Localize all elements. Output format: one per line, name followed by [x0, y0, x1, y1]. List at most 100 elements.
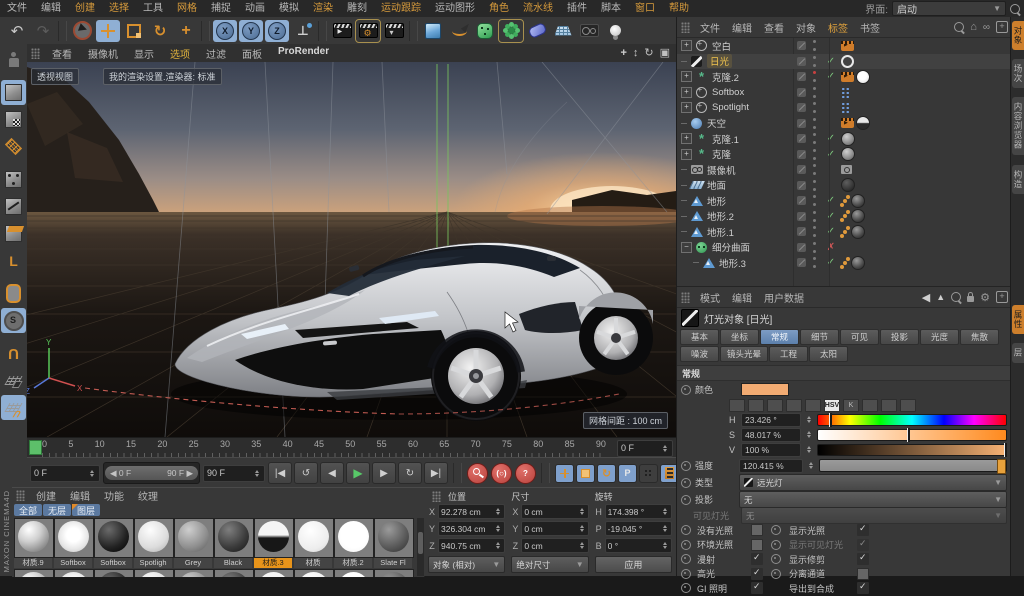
material-item[interactable]: Slate Fl — [374, 518, 412, 568]
hsv-field[interactable]: 100 % — [741, 443, 801, 457]
material-item[interactable]: 材质 — [294, 518, 332, 568]
xpresso-tag-icon[interactable] — [841, 87, 850, 98]
object-menu-查看[interactable]: 查看 — [758, 20, 790, 35]
material-item[interactable]: Softbox — [54, 518, 92, 568]
mograph-icon[interactable] — [499, 20, 523, 42]
menu-运动跟踪[interactable]: 运动跟踪 — [374, 0, 428, 17]
apply-button[interactable]: 应用 — [595, 556, 672, 573]
playhead[interactable] — [29, 440, 42, 455]
enabled-state-icon[interactable]: ✓ — [825, 56, 837, 67]
spinner-icon[interactable] — [578, 523, 586, 535]
phong-tag-icon[interactable] — [843, 199, 847, 203]
visibility-dots-icon[interactable] — [812, 257, 817, 268]
material-tag-icon[interactable] — [851, 209, 865, 223]
material-tab-全部[interactable]: 全部 — [14, 504, 42, 516]
floor-icon[interactable] — [551, 20, 575, 42]
visibility-dots-icon[interactable] — [812, 211, 817, 222]
checkbox-漫射[interactable] — [751, 553, 763, 565]
side-tab-内容浏览器[interactable]: 内容浏览器 — [1012, 97, 1024, 155]
checkbox-导出到合成[interactable] — [857, 582, 869, 594]
light-tag-icon[interactable] — [841, 55, 854, 68]
undo-icon[interactable] — [5, 20, 29, 42]
snap-icon[interactable] — [1, 308, 26, 333]
frame-range-slider[interactable]: ◀ 0 F 90 F ▶ — [103, 462, 200, 484]
material-tab-无层[interactable]: 无层 — [43, 504, 71, 516]
grip-icon[interactable] — [16, 490, 25, 501]
layer-toggle-icon[interactable] — [797, 196, 806, 205]
back-icon[interactable] — [922, 291, 930, 304]
object-name[interactable]: 摄像机 — [707, 163, 736, 177]
menu-角色[interactable]: 角色 — [482, 0, 516, 17]
viewport-menu-摄像机[interactable]: 摄像机 — [80, 46, 126, 61]
coord-field[interactable]: 0 cm — [521, 538, 588, 553]
polygon-mode-icon[interactable] — [1, 221, 26, 246]
layer-toggle-icon[interactable] — [797, 181, 806, 190]
enabled-state-icon[interactable]: ✓ — [825, 71, 837, 82]
material-item[interactable]: Grey — [174, 518, 212, 568]
render-tag-icon[interactable] — [841, 41, 854, 51]
layer-toggle-icon[interactable] — [797, 119, 806, 128]
checkbox-显示修剪[interactable] — [857, 553, 869, 565]
visibility-dots-icon[interactable] — [812, 195, 817, 206]
model-mode-icon[interactable] — [1, 80, 26, 105]
edge-mode-icon[interactable] — [1, 194, 26, 219]
search-icon[interactable] — [951, 292, 961, 302]
coord-field[interactable]: -19.045 ° — [605, 521, 672, 536]
expander-icon[interactable]: + — [681, 149, 692, 160]
object-name[interactable]: 克隆.2 — [712, 70, 739, 84]
layer-toggle-icon[interactable] — [797, 88, 806, 97]
gear-icon[interactable] — [980, 291, 990, 304]
attribute-tab-基本[interactable]: 基本 — [680, 329, 719, 345]
prev-frame-button[interactable]: ◀ — [320, 462, 344, 484]
attribute-menu-用户数据[interactable]: 用户数据 — [758, 290, 810, 305]
spinner-icon[interactable] — [661, 540, 669, 552]
record-position-button[interactable] — [555, 464, 574, 483]
compact-icon[interactable] — [881, 399, 897, 412]
object-menu-书签[interactable]: 书签 — [854, 20, 886, 35]
coord-mode-dropdown[interactable]: 对象 (相对)▼ — [428, 556, 505, 573]
material-menu-纹理[interactable]: 纹理 — [131, 488, 165, 503]
hsv-icon[interactable]: HSV — [824, 399, 840, 412]
layer-toggle-icon[interactable] — [797, 243, 806, 252]
workplane-icon[interactable] — [1, 134, 26, 159]
coord-field[interactable]: 174.398 ° — [605, 504, 672, 519]
viewport-canvas[interactable]: Y X Z — [27, 62, 676, 437]
spinner-icon[interactable] — [578, 540, 586, 552]
coord-system-icon[interactable] — [291, 20, 315, 42]
xpresso-tag-icon[interactable] — [841, 102, 850, 113]
object-row[interactable]: +空白 — [677, 38, 1011, 54]
attribute-tab-工程[interactable]: 工程 — [769, 346, 808, 362]
spinner-icon[interactable] — [807, 460, 815, 472]
keyframe-dot-icon[interactable] — [681, 495, 691, 505]
spinner-icon[interactable] — [805, 414, 813, 426]
visibility-dots-icon[interactable] — [812, 40, 817, 51]
material-tag-icon[interactable] — [851, 194, 865, 208]
snap-workplane-icon[interactable] — [1, 395, 26, 420]
viewport-menu-选项[interactable]: 选项 — [162, 46, 198, 61]
checkbox-高光[interactable] — [751, 568, 763, 580]
layer-toggle-icon[interactable] — [797, 41, 806, 50]
attribute-tab-太阳[interactable]: 太阳 — [809, 346, 848, 362]
render-tag-icon[interactable] — [841, 72, 854, 82]
object-row[interactable]: 地形.1✓ — [677, 224, 1011, 240]
spinner-icon[interactable] — [253, 467, 261, 479]
coord-mode-dropdown[interactable]: 绝对尺寸▼ — [511, 556, 588, 573]
checkbox-显示可见灯光[interactable] — [857, 539, 869, 551]
layer-toggle-icon[interactable] — [797, 227, 806, 236]
pan-icon[interactable]: + — [620, 48, 626, 59]
object-row[interactable]: 地形.2✓ — [677, 209, 1011, 225]
coord-field[interactable]: 940.75 cm — [438, 538, 505, 553]
enabled-state-icon[interactable]: ✗ — [825, 242, 837, 253]
magnet-snap-icon[interactable] — [1, 341, 26, 366]
material-tag-icon[interactable] — [856, 116, 870, 130]
layer-toggle-icon[interactable] — [797, 72, 806, 81]
keyframe-dot-icon[interactable] — [681, 461, 691, 471]
eyedropper-icon[interactable] — [900, 399, 916, 412]
add-tab-icon[interactable]: + — [996, 291, 1008, 303]
expander-icon[interactable]: + — [681, 71, 692, 82]
checkbox-没有光照[interactable] — [751, 524, 763, 536]
hsv-slider-V[interactable] — [817, 444, 1007, 456]
ruler[interactable]: 051015202530354045505560657075808590 — [27, 438, 614, 458]
autokeying-button[interactable]: (○) — [491, 463, 512, 484]
material-menu-编辑[interactable]: 编辑 — [63, 488, 97, 503]
